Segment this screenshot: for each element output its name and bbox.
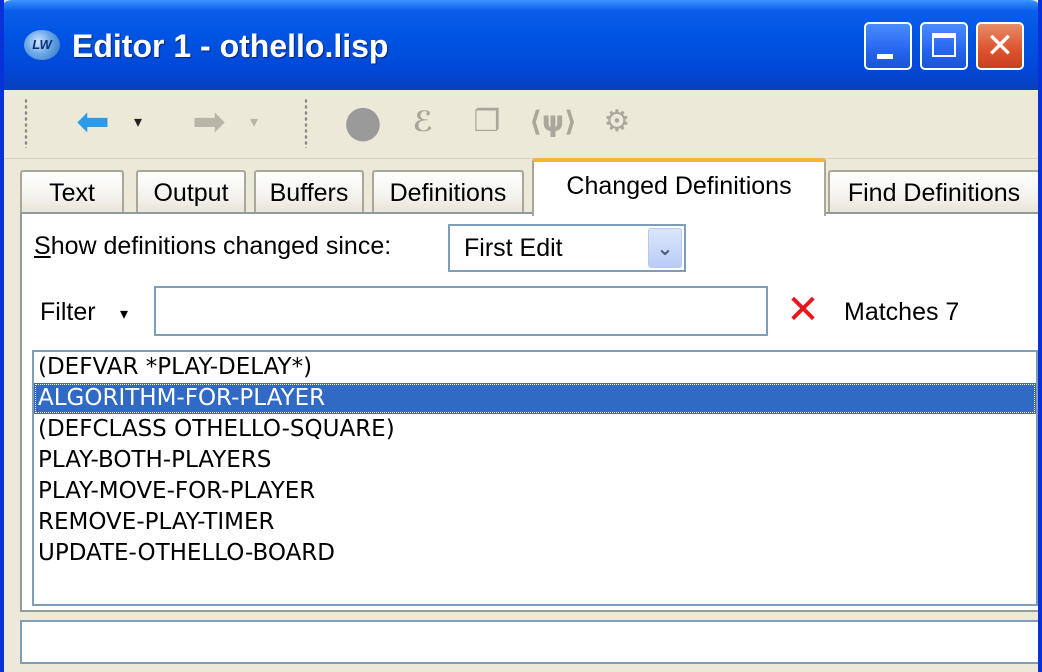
- editor-window: LW Editor 1 - othello.lisp ✕ ⬅ ▾ ➡ ▾ ● ℰ…: [0, 0, 1042, 672]
- window-title: Editor 1 - othello.lisp: [72, 28, 389, 64]
- since-label-mnemonic: S: [34, 232, 51, 260]
- close-icon: ✕: [985, 26, 1015, 66]
- toolbar-grip[interactable]: [304, 98, 308, 148]
- list-item[interactable]: (DEFVAR *PLAY-DELAY*): [34, 352, 1036, 383]
- list-item[interactable]: UPDATE-OTHELLO-BOARD: [34, 538, 1036, 569]
- list-item[interactable]: (DEFCLASS OTHELLO-SQUARE): [34, 414, 1036, 445]
- filter-label: Filter: [40, 298, 96, 326]
- back-arrow-icon[interactable]: ⬅: [66, 102, 120, 142]
- minimize-button[interactable]: [864, 22, 912, 70]
- maximize-button[interactable]: [920, 22, 968, 70]
- list-item[interactable]: PLAY-BOTH-PLAYERS: [34, 445, 1036, 476]
- title-bar[interactable]: LW Editor 1 - othello.lisp ✕: [4, 0, 1038, 90]
- since-dropdown[interactable]: First Edit ⌄: [448, 224, 686, 272]
- back-dropdown-icon[interactable]: ▾: [128, 102, 148, 142]
- since-label: Show definitions changed since:: [34, 232, 391, 261]
- toolbar: ⬅ ▾ ➡ ▾ ● ℰ ❐ ⟨ψ⟩ ⚙: [4, 90, 1038, 159]
- tab-buffers[interactable]: Buffers: [254, 170, 364, 214]
- debug-icon[interactable]: ⚙: [594, 102, 640, 142]
- tab-output[interactable]: Output: [136, 170, 246, 214]
- toolbar-grip[interactable]: [24, 98, 28, 148]
- list-item[interactable]: PLAY-MOVE-FOR-PLAYER: [34, 476, 1036, 507]
- compile-icon[interactable]: ❐: [464, 102, 510, 142]
- since-dropdown-value: First Edit: [464, 234, 563, 262]
- list-item[interactable]: REMOVE-PLAY-TIMER: [34, 507, 1036, 538]
- trace-icon[interactable]: ⟨ψ⟩: [526, 102, 580, 142]
- changed-definitions-panel: Show definitions changed since: First Ed…: [20, 212, 1038, 612]
- forward-arrow-icon[interactable]: ➡: [182, 102, 236, 142]
- maximize-icon: [932, 33, 956, 57]
- chevron-down-icon[interactable]: ⌄: [648, 228, 682, 268]
- tab-changed-definitions[interactable]: Changed Definitions: [532, 158, 826, 216]
- since-label-text: how definitions changed since:: [50, 232, 392, 260]
- list-item-selected[interactable]: ALGORITHM-FOR-PLAYER: [34, 383, 1036, 414]
- filter-dropdown-icon[interactable]: ▾: [120, 304, 128, 323]
- forward-dropdown-icon[interactable]: ▾: [244, 102, 264, 142]
- clear-filter-icon[interactable]: ✕: [782, 286, 824, 334]
- tab-definitions[interactable]: Definitions: [372, 170, 524, 214]
- stop-icon[interactable]: ●: [340, 100, 386, 144]
- close-button[interactable]: ✕: [976, 22, 1024, 70]
- minimize-icon: [877, 54, 893, 59]
- lw-app-icon[interactable]: LW: [24, 30, 60, 60]
- evaluate-icon[interactable]: ℰ: [400, 102, 446, 142]
- definitions-list[interactable]: (DEFVAR *PLAY-DELAY*) ALGORITHM-FOR-PLAY…: [32, 350, 1038, 606]
- tab-find-definitions[interactable]: Find Definitions: [828, 170, 1038, 214]
- status-bar: [20, 620, 1038, 664]
- tab-text[interactable]: Text: [20, 170, 124, 214]
- filter-input[interactable]: [154, 286, 768, 336]
- tab-strip: Text Output Buffers Definitions Changed …: [20, 158, 1038, 216]
- matches-count: Matches 7: [844, 298, 960, 326]
